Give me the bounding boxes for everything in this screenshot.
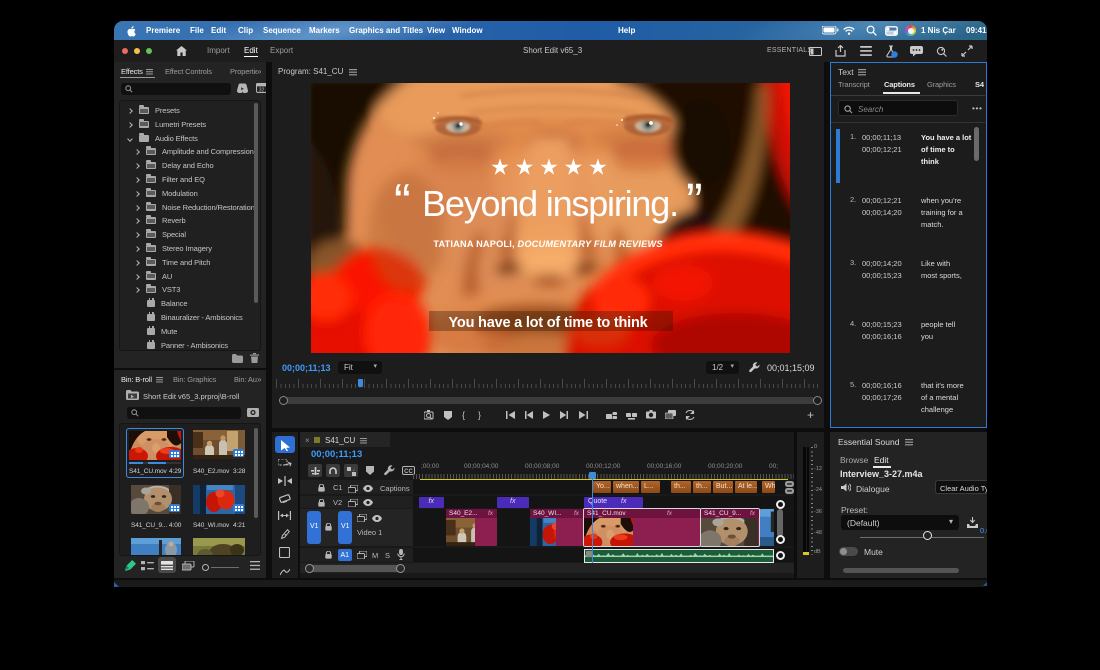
svg-text:Beyond inspiring.: Beyond inspiring.: [422, 183, 678, 224]
svg-text:TATIANA NAPOLI, DOCUMENTARY FI: TATIANA NAPOLI, DOCUMENTARY FILM REVIEWS: [433, 239, 663, 249]
svg-text:You have a lot of time to thin: You have a lot of time to think: [449, 315, 649, 331]
svg-text:32: 32: [259, 88, 265, 93]
